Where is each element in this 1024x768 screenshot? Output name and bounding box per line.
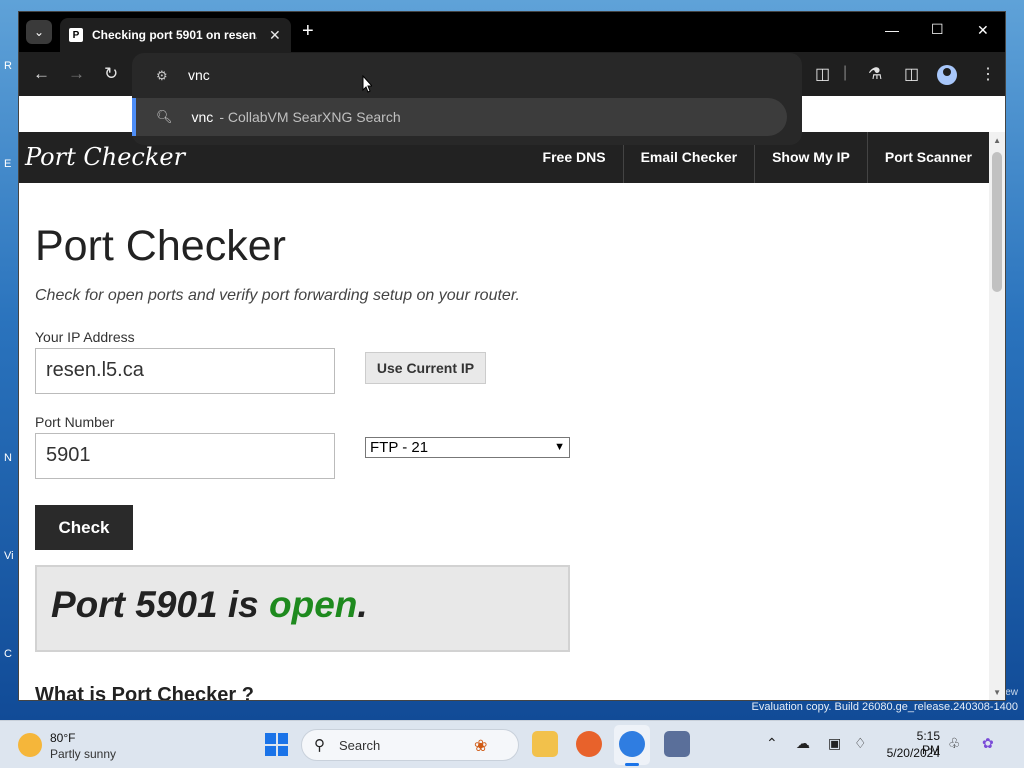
address-input[interactable]: vnc [188, 67, 210, 83]
tab-title: Checking port 5901 on resen.l5 [92, 28, 257, 42]
desktop-icon[interactable]: C [4, 648, 18, 662]
toolbar-divider: | [843, 64, 848, 81]
sidebar-icon[interactable]: ◫ [904, 64, 919, 84]
page-title: Port Checker [35, 222, 286, 270]
notification-icon[interactable]: ♧ [948, 735, 961, 752]
active-indicator [625, 763, 639, 766]
scroll-up-icon[interactable]: ▲ [993, 136, 1001, 145]
site-info-icon[interactable]: ⚙ [156, 68, 168, 84]
scroll-thumb[interactable] [992, 152, 1002, 292]
taskbar: 80°F Partly sunny ⚲ Search ❀ ⌃ ☁ ▣ ♢ 5:1… [0, 720, 1024, 768]
suggestion-description: - CollabVM SearXNG Search [219, 109, 401, 125]
search-highlight-icon: ❀ [474, 738, 488, 755]
weather-icon[interactable] [18, 733, 42, 757]
evaluation-watermark: ew Evaluation copy. Build 26080.ge_relea… [751, 687, 1018, 714]
chevron-down-icon: ▼ [554, 441, 565, 453]
nav-port-scanner[interactable]: Port Scanner [866, 132, 989, 183]
ip-address-input[interactable]: resen.l5.ca [35, 348, 335, 394]
desktop-icon[interactable]: Vi [4, 550, 18, 564]
display-icon[interactable]: ▣ [828, 735, 841, 752]
firefox-icon[interactable] [576, 731, 602, 757]
copilot-icon[interactable]: ✿ [982, 735, 994, 752]
suggestion-highlight [132, 98, 136, 136]
clock-date[interactable]: 5/20/2024 [884, 746, 940, 760]
more-icon[interactable]: ⋮ [980, 64, 996, 84]
new-tab-button[interactable]: + [302, 21, 314, 41]
result-prefix: Port 5901 is [51, 584, 270, 625]
maximize-icon[interactable]: ☐ [931, 21, 944, 38]
forward-icon[interactable]: → [68, 64, 85, 84]
reload-icon[interactable]: ↻ [104, 64, 118, 84]
tab-menu-icon[interactable]: ⌄ [26, 20, 52, 44]
result-box: Port 5901 is open. [35, 565, 570, 652]
web-page: Port Checker Free DNS Email Checker Show… [19, 132, 989, 701]
watermark-fragment: ew [1005, 687, 1018, 698]
port-number-input[interactable]: 5901 [35, 433, 335, 479]
desktop-icon[interactable]: E [4, 158, 18, 172]
service-selected-value: FTP - 21 [370, 439, 429, 456]
extensions-icon[interactable]: ◫ [815, 64, 830, 84]
omnibox-suggestion[interactable]: 🔍︎ vnc - CollabVM SearXNG Search [132, 98, 787, 136]
ip-label: Your IP Address [35, 329, 135, 345]
window-close-icon[interactable]: ✕ [977, 22, 989, 39]
weather-desc[interactable]: Partly sunny [50, 747, 116, 761]
taskbar-search[interactable]: ⚲ Search ❀ [301, 729, 519, 761]
omnibox-dropdown: ⚙ vnc 🔍︎ vnc - CollabVM SearXNG Search [132, 53, 802, 145]
desktop-icon[interactable]: N [4, 452, 18, 466]
scroll-down-icon[interactable]: ▼ [993, 688, 1001, 697]
back-icon[interactable]: ← [33, 64, 50, 84]
profile-icon[interactable] [937, 65, 957, 85]
section-heading: What is Port Checker ? [35, 684, 254, 701]
tab-strip: ⌄ P Checking port 5901 on resen.l5 ✕ + —… [19, 12, 1005, 52]
mouse-cursor-icon [362, 75, 372, 93]
minimize-icon[interactable]: — [885, 22, 899, 38]
chrome-icon[interactable] [619, 731, 645, 757]
weather-temp[interactable]: 80°F [50, 731, 75, 745]
favicon-icon: P [69, 28, 83, 42]
search-icon: 🔍︎ [156, 109, 173, 124]
tab-active[interactable]: P Checking port 5901 on resen.l5 ✕ [60, 18, 291, 52]
start-icon[interactable] [265, 733, 288, 756]
labs-icon[interactable]: ⚗ [868, 64, 882, 84]
file-explorer-icon[interactable] [532, 731, 558, 757]
service-select[interactable]: FTP - 21 ▼ [365, 437, 570, 458]
desktop-icon[interactable]: R [4, 60, 18, 74]
taskbar-search-label: Search [339, 738, 381, 753]
result-suffix: . [357, 584, 368, 625]
chevron-up-icon[interactable]: ⌃ [766, 735, 778, 752]
result-status: open [269, 584, 358, 625]
page-subtitle: Check for open ports and verify port for… [35, 287, 520, 304]
search-icon: ⚲ [314, 737, 325, 754]
use-current-ip-button[interactable]: Use Current IP [365, 352, 486, 384]
onedrive-icon[interactable]: ☁ [796, 735, 810, 752]
check-button[interactable]: Check [35, 505, 133, 550]
close-icon[interactable]: ✕ [269, 27, 281, 44]
watermark-text: Evaluation copy. Build 26080.ge_release.… [751, 701, 1018, 713]
site-logo[interactable]: Port Checker [25, 143, 185, 171]
port-label: Port Number [35, 414, 115, 430]
browser-window: ⌄ P Checking port 5901 on resen.l5 ✕ + —… [18, 11, 1006, 701]
network-app-icon[interactable] [664, 731, 690, 757]
volume-icon[interactable]: ♢ [854, 735, 867, 752]
suggestion-query: vnc [191, 109, 214, 125]
